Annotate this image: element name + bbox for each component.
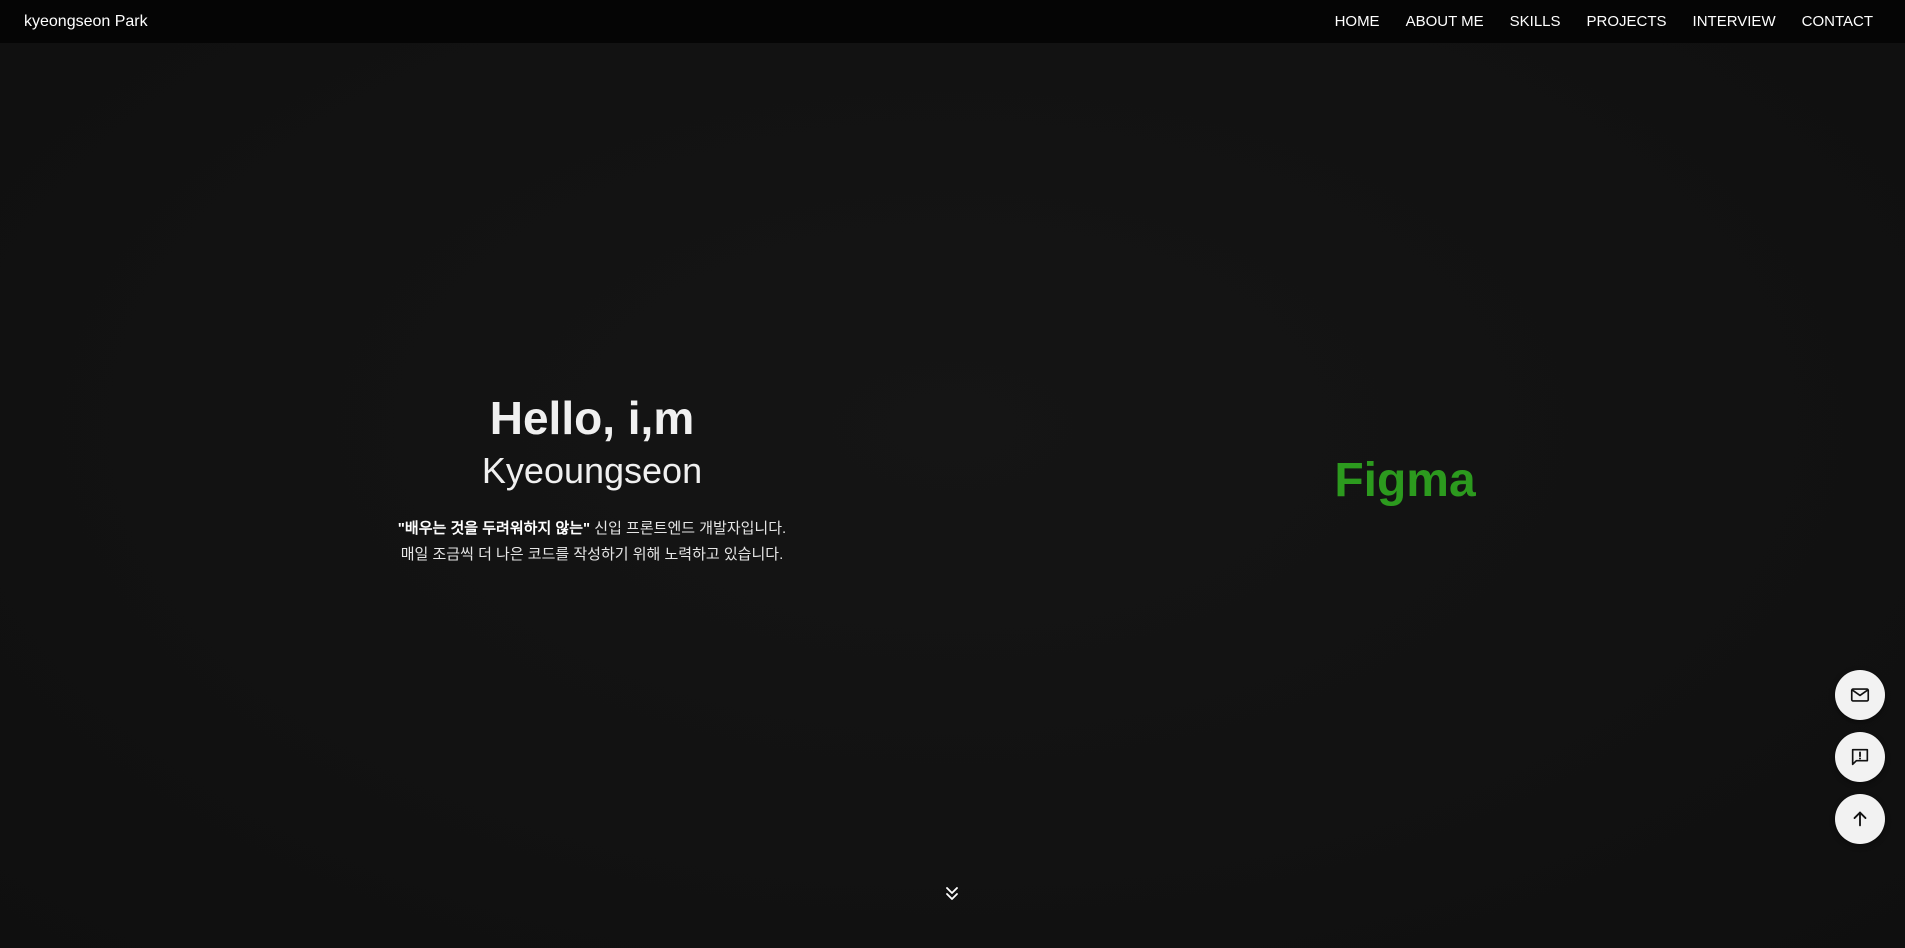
hero-description-line-2: 매일 조금씩 더 나은 코드를 작성하기 위해 노력하고 있습니다. (400, 546, 784, 563)
brand-logo-text[interactable]: kyeongseon Park (24, 13, 148, 31)
hero-intro: Hello, i,m Kyeoungseon "배우는 것을 두려워하지 않는"… (392, 388, 792, 568)
page: kyeongseon Park HOME ABOUT ME SKILLS PRO… (0, 0, 1905, 948)
hero-description-line-1: "배우는 것을 두려워하지 않는" 신입 프론트엔드 개발자입니다. (392, 516, 792, 542)
mail-icon (1849, 684, 1871, 706)
contact-mail-button[interactable] (1835, 670, 1885, 720)
arrow-up-icon (1849, 808, 1871, 830)
hero-description-highlight: "배우는 것을 두려워하지 않는" (397, 520, 591, 537)
nav-item-about-me[interactable]: ABOUT ME (1406, 13, 1484, 30)
feedback-icon (1849, 746, 1871, 768)
nav-item-skills[interactable]: SKILLS (1510, 13, 1561, 30)
main-nav: HOME ABOUT ME SKILLS PROJECTS INTERVIEW … (1309, 13, 1873, 30)
hero-name: Kyeoungseon (481, 450, 703, 491)
nav-item-projects[interactable]: PROJECTS (1587, 13, 1667, 30)
nav-item-interview[interactable]: INTERVIEW (1693, 13, 1776, 30)
hero-description: "배우는 것을 두려워하지 않는" 신입 프론트엔드 개발자입니다. 매일 조금… (392, 516, 792, 568)
rotating-skill-text: Figma (1334, 454, 1476, 507)
scroll-to-top-button[interactable] (1835, 794, 1885, 844)
top-navbar: kyeongseon Park HOME ABOUT ME SKILLS PRO… (0, 0, 1905, 43)
nav-item-home[interactable]: HOME (1335, 13, 1380, 30)
nav-item-contact[interactable]: CONTACT (1802, 13, 1873, 30)
feedback-button[interactable] (1835, 732, 1885, 782)
hero-greeting: Hello, i,m (489, 392, 695, 444)
double-chevron-down-icon[interactable] (942, 884, 962, 904)
hero-description-rest: 신입 프론트엔드 개발자입니다. (590, 520, 787, 537)
